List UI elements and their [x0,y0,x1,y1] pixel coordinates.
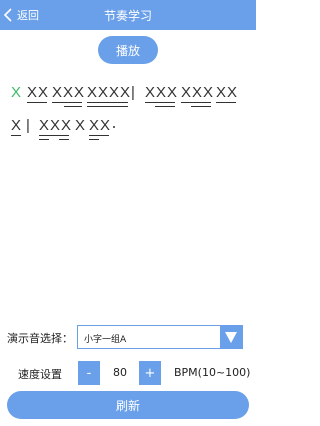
note-group: XX [216,84,239,101]
note-group: XXXX [87,84,132,101]
refresh-button[interactable]: 刷新 [7,391,249,419]
underline [181,102,211,103]
underline [87,106,128,107]
underline [39,139,49,140]
bpm-range: BPM(10~100) [174,366,251,379]
barline: | [131,84,136,101]
underline [59,139,69,140]
note-group: X [11,117,23,134]
underline [64,106,82,107]
underline [39,135,69,136]
sound-select[interactable]: 小字一组A [77,325,243,349]
speed-decrease-button[interactable]: - [78,361,100,385]
speed-increase-button[interactable]: + [139,361,161,385]
underline [155,106,175,107]
underline [27,102,47,103]
underline [11,135,21,136]
note-group: X [75,117,87,134]
barline: | [26,117,31,134]
note-group: XXX [39,117,73,134]
rhythm-notation: X XX XXX XXXX | XXX XXX XX X | XXX X XX [0,0,256,160]
augmentation-dot [113,126,115,128]
underline [216,102,236,103]
note-group: X [11,84,23,101]
note-group: XXX [181,84,215,101]
speed-label: 速度设置 [18,368,62,381]
sound-select-label: 演示音选择： [7,332,73,345]
underline [52,102,82,103]
note-group: XXX [145,84,179,101]
note-group: XXX [52,84,86,101]
underline [89,135,109,136]
note-group: XX [89,117,112,134]
underline [89,139,99,140]
speed-value: 80 [113,366,127,379]
note-group: XX [27,84,50,101]
underline [191,106,211,107]
dropdown-arrow-icon[interactable] [220,326,242,348]
sound-select-value: 小字一组A [84,335,127,345]
underline [145,102,175,103]
underline [87,102,128,103]
